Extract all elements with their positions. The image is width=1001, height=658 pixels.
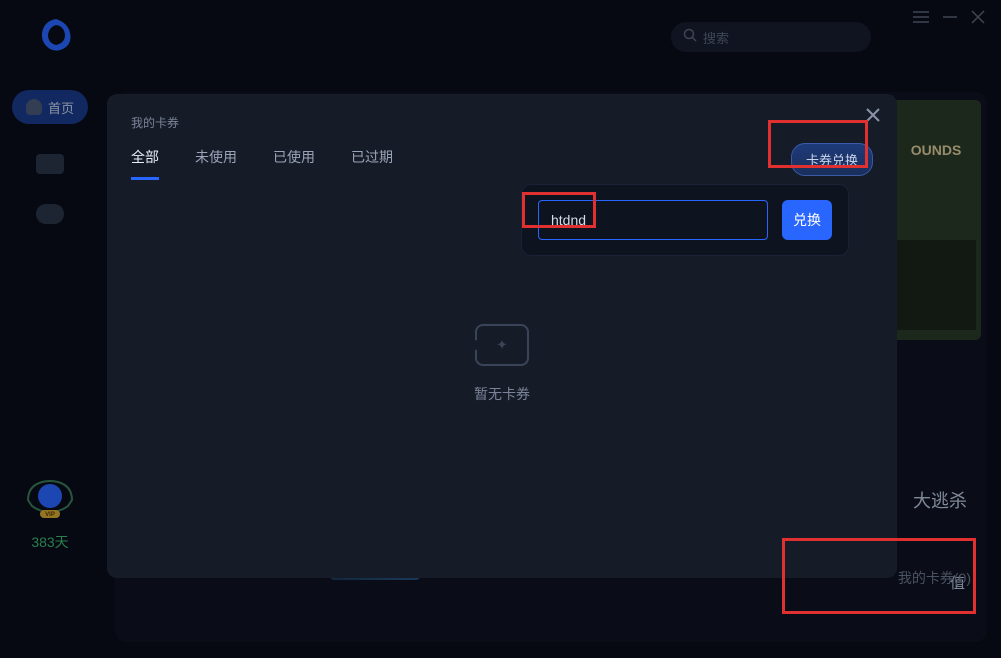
redeem-panel: 兑换 — [521, 184, 849, 256]
coupons-modal: 我的卡券 全部 未使用 已使用 已过期 卡券兑换 兑换 暂无卡券 — [107, 94, 897, 578]
tab-all[interactable]: 全部 — [131, 147, 159, 180]
empty-state: 暂无卡券 — [474, 324, 530, 404]
empty-text: 暂无卡券 — [474, 384, 530, 404]
redeem-code-input[interactable] — [538, 200, 768, 240]
modal-close-button[interactable] — [865, 106, 881, 129]
redeem-submit-button[interactable]: 兑换 — [782, 200, 832, 240]
tab-used[interactable]: 已使用 — [273, 147, 315, 180]
ticket-icon — [475, 324, 529, 366]
modal-title: 我的卡券 — [131, 114, 873, 131]
exchange-button[interactable]: 卡券兑换 — [791, 143, 873, 176]
tab-expired[interactable]: 已过期 — [351, 147, 393, 180]
tab-unused[interactable]: 未使用 — [195, 147, 237, 180]
